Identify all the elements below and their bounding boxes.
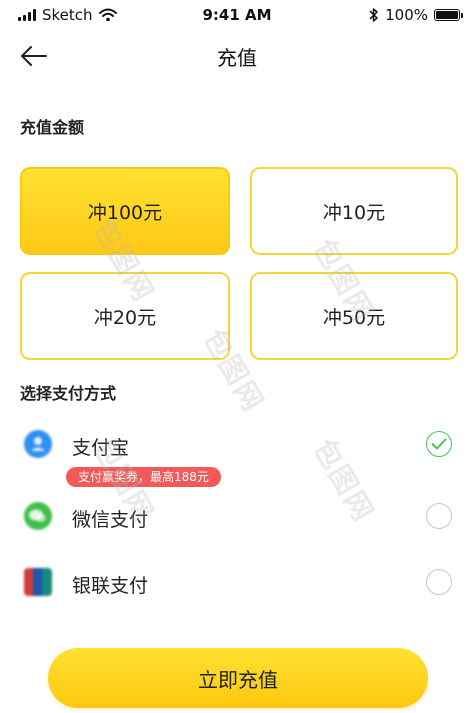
confirm-recharge-button[interactable]: 立即充值 [48,648,428,708]
payment-option-alipay[interactable]: 支付宝 [20,424,454,468]
radio-unchecked[interactable] [426,569,452,595]
radio-unchecked[interactable] [426,503,452,529]
promo-badge: 支付赢奖券，最高188元 [66,467,221,487]
nav-header: 充值 [0,32,474,80]
radio-checked[interactable] [426,431,452,457]
payment-section-title: 选择支付方式 [20,384,117,403]
status-bar: Sketch 9:41 AM 100% [0,0,474,30]
payment-option-unionpay[interactable]: 银联支付 [20,562,454,606]
page-title: 充值 [217,46,257,70]
payment-option-wechat[interactable]: 微信支付 [20,496,454,540]
confirm-button-label: 立即充值 [198,667,278,692]
alipay-icon [24,430,52,458]
check-icon [431,438,447,450]
battery-icon [434,9,463,21]
amount-option-50[interactable]: 冲50元 [250,272,458,360]
battery-percent: 100% [385,6,428,24]
payment-label: 支付宝 [72,437,130,459]
amount-option-label: 冲100元 [87,201,163,224]
payment-label: 微信支付 [72,509,149,531]
battery-fill [436,11,458,19]
amount-option-label: 冲10元 [322,201,386,224]
amount-option-20[interactable]: 冲20元 [20,272,230,360]
amount-option-10[interactable]: 冲10元 [250,167,458,255]
amount-option-100[interactable]: 冲100元 [20,167,230,255]
payment-label: 银联支付 [72,575,149,597]
amount-option-label: 冲50元 [322,306,386,329]
amount-option-label: 冲20元 [93,306,157,329]
bluetooth-icon [369,8,378,22]
unionpay-icon [24,568,52,596]
amount-section-title: 充值金额 [20,118,85,137]
wechat-icon [24,502,52,530]
status-right: 100% [369,6,463,24]
